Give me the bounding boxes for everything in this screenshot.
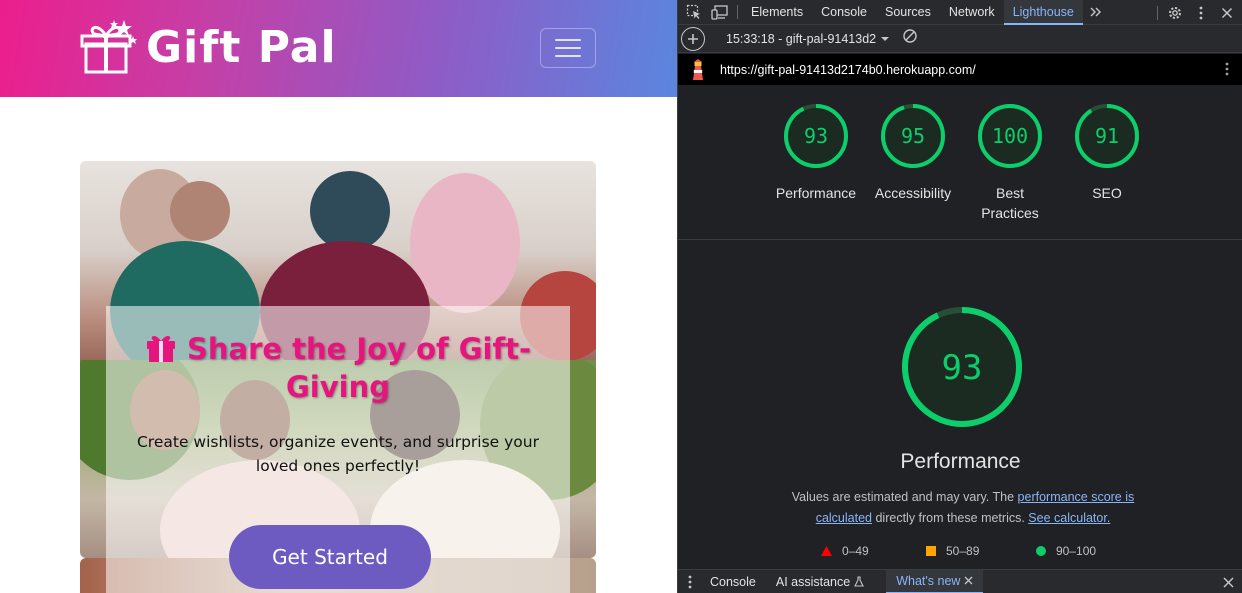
hero-title-text: Share the Joy of Gift-Giving [186, 332, 532, 404]
drawer-menu-icon[interactable] [680, 569, 700, 593]
gift-box-icon [80, 20, 137, 74]
gauge-best-practices[interactable]: 100 Best Practices [960, 103, 1060, 223]
audited-url: https://gift-pal-91413d2174b0.herokuapp.… [720, 62, 976, 77]
gauge-label: SEO [1092, 185, 1122, 201]
main-performance-gauge: 93 [902, 307, 1022, 427]
main-score: 93 [942, 348, 983, 388]
gauge-performance[interactable]: 93 Performance [766, 103, 866, 203]
gauge-label: Best Practices [981, 185, 1039, 221]
square-icon [926, 546, 936, 556]
score-legend: 0–49 50–89 90–100 [678, 544, 1242, 562]
drawer-tab-label: AI assistance [775, 574, 851, 589]
toolbar-separator [737, 5, 738, 19]
hamburger-bar [555, 39, 581, 41]
tab-console[interactable]: Console [812, 0, 876, 25]
gauge-ring-icon: 95 [881, 104, 945, 168]
toolbar-right-group [1153, 0, 1242, 25]
navbar-toggle-button[interactable] [540, 28, 596, 68]
brand-name: Gift Pal [146, 21, 337, 73]
clear-reports-icon[interactable] [902, 28, 918, 49]
hero-title: Share the Joy of Gift-Giving [106, 330, 570, 406]
hero-card: Share the Joy of Gift-Giving Create wish… [106, 306, 570, 593]
lighthouse-report-bar: 15:33:18 - gift-pal-91413d2 [678, 25, 1242, 53]
gauge-score: 91 [1095, 124, 1119, 148]
gauge-ring-icon: 100 [978, 104, 1042, 168]
drawer-tab-console[interactable]: Console [700, 570, 766, 593]
site-navbar: Gift Pal [0, 0, 677, 97]
legend-average: 50–89 [926, 544, 979, 558]
legend-range: 90–100 [1056, 544, 1097, 558]
inspect-element-icon[interactable] [681, 0, 707, 25]
brand-logo[interactable]: Gift Pal [80, 18, 337, 76]
audited-url-bar: https://gift-pal-91413d2174b0.herokuapp.… [678, 54, 1242, 85]
disclaimer-middle: directly from these metrics. [872, 511, 1029, 525]
gauge-accessibility[interactable]: 95 Accessibility [863, 103, 963, 203]
disclaimer-prefix: Values are estimated and may vary. The [791, 490, 1018, 504]
devtools-panel: Elements Console Sources Network Lightho… [677, 0, 1242, 593]
gauge-score: 95 [901, 124, 925, 148]
legend-pass: 90–100 [1036, 544, 1096, 558]
dropdown-caret-icon [881, 36, 890, 41]
hero-subtitle: Create wishlists, organize events, and s… [136, 433, 539, 475]
report-selector-dropdown[interactable]: 15:33:18 - gift-pal-91413d2 [726, 32, 890, 46]
drawer-tab-whats-new[interactable]: What's new [886, 569, 984, 593]
close-drawer-icon[interactable] [1215, 570, 1241, 593]
gauge-label: Accessibility [874, 185, 952, 201]
more-tabs-chevron-icon[interactable] [1083, 0, 1109, 25]
score-gauges-row: 93 Performance 95 Accessibility 100 Best… [678, 85, 1242, 240]
gauge-score: 100 [992, 124, 1028, 148]
new-report-plus-icon[interactable] [681, 26, 705, 51]
drawer-tab-label: What's new [896, 573, 961, 588]
close-devtools-icon[interactable] [1214, 0, 1240, 25]
devtools-toolbar: Elements Console Sources Network Lightho… [678, 0, 1242, 25]
website-viewport: Gift Pal Share the Joy of Gift-Giving Cr… [0, 0, 677, 593]
gift-icon [146, 335, 175, 362]
gauge-ring-icon: 93 [784, 104, 848, 168]
drawer-tab-ai-assistance[interactable]: AI assistance [766, 570, 874, 593]
device-toolbar-icon[interactable] [707, 0, 733, 25]
report-kebab-menu-icon[interactable] [1225, 62, 1229, 81]
see-calculator-link[interactable]: See calculator. [1028, 511, 1110, 525]
report-selector-label: 15:33:18 - gift-pal-91413d2 [726, 31, 877, 46]
toolbar-separator [1157, 5, 1158, 20]
flask-icon [854, 576, 865, 587]
get-started-button[interactable]: Get Started [229, 525, 431, 589]
legend-range: 50–89 [946, 544, 980, 558]
main-score-label: Performance [900, 450, 1021, 473]
devtools-drawer: Console AI assistance What's new [678, 569, 1242, 593]
gauge-seo[interactable]: 91 SEO [1057, 103, 1157, 203]
kebab-menu-icon[interactable] [1188, 0, 1214, 25]
legend-fail: 0–49 [821, 544, 869, 558]
gauge-score: 93 [804, 124, 828, 148]
lighthouse-logo-icon [693, 58, 703, 80]
tab-network[interactable]: Network [940, 0, 1004, 25]
circle-icon [1036, 546, 1046, 556]
drawer-tab-label: Console [710, 574, 756, 589]
hamburger-bar [555, 55, 581, 57]
tab-lighthouse[interactable]: Lighthouse [1003, 0, 1083, 25]
close-tab-icon[interactable] [964, 576, 973, 585]
triangle-icon [821, 546, 832, 556]
settings-gear-icon[interactable] [1162, 0, 1188, 25]
hamburger-bar [555, 47, 581, 49]
gauge-ring-icon: 91 [1075, 104, 1139, 168]
gauge-label: Performance [775, 185, 857, 201]
legend-range: 0–49 [842, 544, 869, 558]
score-disclaimer: Values are estimated and may vary. The p… [778, 487, 1148, 529]
tab-sources[interactable]: Sources [876, 0, 940, 25]
tab-elements[interactable]: Elements [742, 0, 812, 25]
